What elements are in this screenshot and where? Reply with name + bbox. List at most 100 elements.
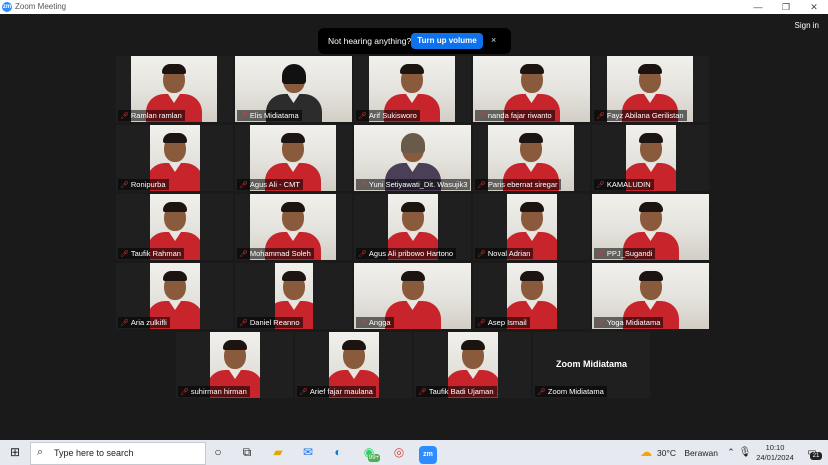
participant-tile[interactable]: 🎤︎ Fayz Abilana Gerilistan	[592, 56, 709, 122]
system-clock[interactable]: 10:10 24/01/2024	[752, 443, 798, 463]
participant-name-tag: 🎤︎ Asep Ismail	[475, 317, 530, 328]
participant-tile[interactable]: 🎤︎ suhirman hirman	[176, 332, 293, 398]
participant-name-tag: 🎤︎ Aria zulkifli	[118, 317, 170, 328]
participant-tile[interactable]: 🎤︎ Arif Sukisworo	[354, 56, 471, 122]
participant-name: Taufik Rahman	[130, 249, 181, 258]
participant-name-tag: 🎤︎ Arief fajar maulana	[297, 386, 376, 397]
participant-name: Ronipurba	[130, 180, 166, 189]
notification-badge: 21	[810, 452, 822, 460]
chevron-up-icon[interactable]: ⌃	[724, 440, 738, 465]
participant-name-tag: 🎤︎ Yoga Midiatama	[594, 317, 664, 328]
participant-name: Yuni Setiyawati_Dit. Wasujik3	[368, 180, 468, 189]
weather-widget[interactable]: 30°C Berawan	[657, 448, 718, 458]
participant-name: Taufik Badi Ujaman	[428, 387, 494, 396]
participant-tile[interactable]: 🎤︎ Yuni Setiyawati_Dit. Wasujik3	[354, 125, 471, 191]
participant-tile[interactable]: 🎤︎ Agus Ali - CMT	[235, 125, 352, 191]
participant-name-tag: 🎤︎ Daniel Reanno	[237, 317, 303, 328]
maximize-icon[interactable]: ❐	[772, 0, 800, 14]
participant-tile[interactable]: 🎤︎ Angga	[354, 263, 471, 329]
participant-tile[interactable]: 🎤︎ Taufik Badi Ujaman	[414, 332, 531, 398]
participant-tile[interactable]: 🎤︎ Noval Adrian	[473, 194, 590, 260]
microphone-icon[interactable]: 🎙	[738, 440, 752, 465]
close-icon[interactable]: ✕	[800, 0, 828, 14]
participant-name-tag: 🎤︎ Angga	[356, 317, 394, 328]
participant-tile[interactable]: 🎤︎ Paris ebernat siregar	[473, 125, 590, 191]
participant-name-tag: 🎤︎ Mohammad Soleh	[237, 248, 314, 259]
windows-taskbar: ⊞ ⌕ Type here to search ○ ⧉ ▰ ✉ ◐ ◉ 99+ …	[0, 440, 828, 465]
weather-desc: Berawan	[684, 448, 718, 458]
taskbar-search-box[interactable]: ⌕ Type here to search	[30, 442, 206, 465]
muted-mic-icon: 🎤︎	[418, 389, 427, 396]
participant-name: nanda fajar riwanto	[487, 111, 552, 120]
toast-close-icon[interactable]: ×	[491, 35, 496, 45]
clock-date: 24/01/2024	[756, 453, 794, 462]
muted-mic-icon: 🎤︎	[477, 113, 486, 120]
edge-browser-icon[interactable]: ◐	[324, 440, 352, 465]
participant-tile[interactable]: 🎤︎ KAMALUDIN	[592, 125, 709, 191]
muted-mic-icon: 🎤︎	[596, 320, 605, 327]
zoom-app-icon: zm	[419, 446, 437, 464]
participant-tile[interactable]: 🎤︎ nanda fajar riwanto	[473, 56, 590, 122]
muted-mic-icon: 🎤︎	[596, 113, 605, 120]
turn-up-volume-button[interactable]: Turn up volume	[411, 33, 483, 49]
participant-tile[interactable]: 🎤︎ Daniel Reanno	[235, 263, 352, 329]
zoom-taskbar-icon[interactable]: zm	[415, 440, 441, 465]
muted-mic-icon: 🎤︎	[120, 251, 129, 258]
participant-name: Elis Midiatama	[249, 111, 299, 120]
participant-tile[interactable]: 🎤︎ Yoga Midiatama	[592, 263, 709, 329]
cortana-icon[interactable]: ○	[205, 440, 231, 465]
whatsapp-badge: 99+	[368, 454, 380, 462]
participant-tile[interactable]: 🎤︎ Mohammad Soleh	[235, 194, 352, 260]
participant-tile[interactable]: 🎤︎ Elis Midiatama	[235, 56, 352, 122]
participant-name-tag: 🎤︎ Elis Midiatama	[237, 110, 302, 121]
participant-tile[interactable]: 🎤︎ Taufik Rahman	[116, 194, 233, 260]
participant-name-tag: 🎤︎ KAMALUDIN	[594, 179, 654, 190]
windows-start-icon[interactable]: ⊞	[0, 440, 30, 465]
participant-name: Yoga Midiatama	[606, 318, 661, 327]
participant-name: Arif Sukisworo	[368, 111, 417, 120]
participant-name-tag: 🎤︎ Fayz Abilana Gerilistan	[594, 110, 687, 121]
muted-mic-icon: 🎤︎	[537, 389, 546, 396]
participant-name-tag: 🎤︎ Zoom Midiatama	[535, 386, 607, 397]
participant-tile[interactable]: 🎤︎ Asep Ismail	[473, 263, 590, 329]
toast-message: Not hearing anything?	[328, 36, 412, 46]
task-view-icon[interactable]: ⧉	[234, 440, 260, 465]
participant-name-tag: 🎤︎ Taufik Rahman	[118, 248, 184, 259]
sign-in-link[interactable]: Sign in	[795, 21, 819, 30]
participant-tile[interactable]: 🎤︎ Aria zulkifli	[116, 263, 233, 329]
muted-mic-icon: 🎤︎	[596, 182, 605, 189]
muted-mic-icon: 🎤︎	[299, 389, 308, 396]
participant-name: Zoom Midiatama	[547, 387, 604, 396]
file-explorer-icon[interactable]: ▰	[264, 440, 292, 465]
muted-mic-icon: 🎤︎	[239, 182, 248, 189]
participant-name-tag: 🎤︎ Yuni Setiyawati_Dit. Wasujik3	[356, 179, 471, 190]
minimize-icon[interactable]: —	[744, 0, 772, 14]
participant-tile[interactable]: Zoom Midiatama 🎤︎ Zoom Midiatama	[533, 332, 650, 398]
participant-name: Ramlan ramlan	[130, 111, 182, 120]
muted-mic-icon: 🎤︎	[358, 182, 367, 189]
participant-name: Paris ebernat siregar	[487, 180, 558, 189]
muted-mic-icon: 🎤︎	[477, 251, 486, 258]
participant-tile[interactable]: 🎤︎ PPJ_Sugandi	[592, 194, 709, 260]
participant-name-tag: 🎤︎ Taufik Badi Ujaman	[416, 386, 497, 397]
participant-tile[interactable]: 🎤︎ Ramlan ramlan	[116, 56, 233, 122]
muted-mic-icon: 🎤︎	[477, 320, 486, 327]
participant-name: Angga	[368, 318, 391, 327]
participant-name: PPJ_Sugandi	[606, 249, 653, 258]
mail-icon[interactable]: ✉	[294, 440, 322, 465]
participant-name-tag: 🎤︎ Agus Ali pribowo Hartono	[356, 248, 457, 259]
no-video-name: Zoom Midiatama	[555, 359, 627, 369]
participant-name: Asep Ismail	[487, 318, 527, 327]
participant-name: Daniel Reanno	[249, 318, 300, 327]
participant-tile[interactable]: 🎤︎ Ronipurba	[116, 125, 233, 191]
participant-name-tag: 🎤︎ Ronipurba	[118, 179, 169, 190]
muted-mic-icon: 🎤︎	[358, 251, 367, 258]
participant-name: Agus Ali - CMT	[249, 180, 300, 189]
muted-mic-icon: 🎤︎	[120, 320, 129, 327]
muted-mic-icon: 🎤︎	[477, 182, 486, 189]
chrome-icon[interactable]: ◎	[385, 440, 413, 465]
participant-name-tag: 🎤︎ suhirman hirman	[178, 386, 250, 397]
participant-tile[interactable]: 🎤︎ Agus Ali pribowo Hartono	[354, 194, 471, 260]
participant-tile[interactable]: 🎤︎ Arief fajar maulana	[295, 332, 412, 398]
participant-name: Agus Ali pribowo Hartono	[368, 249, 454, 258]
